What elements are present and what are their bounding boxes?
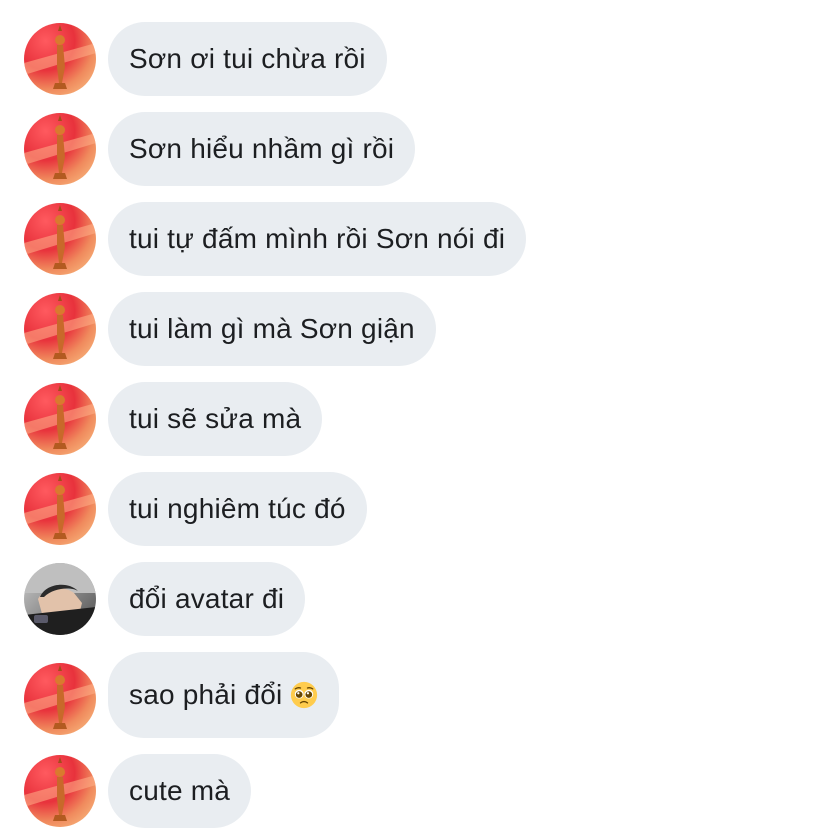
- contact-avatar[interactable]: [24, 663, 96, 735]
- red-figure-avatar-icon: [24, 293, 96, 365]
- message-text: đổi avatar đi: [129, 583, 285, 614]
- message-bubble[interactable]: Sơn ơi tui chừa rồi: [108, 22, 387, 96]
- contact-avatar[interactable]: [24, 113, 96, 185]
- red-figure-avatar-icon: [24, 663, 96, 735]
- message-bubble[interactable]: Sơn hiểu nhầm gì rồi: [108, 112, 416, 186]
- message-text: sao phải đổi: [129, 679, 283, 710]
- message-bubble[interactable]: tui tự đấm mình rồi Sơn nói đi: [108, 202, 527, 276]
- message-row: tui nghiêm túc đó: [0, 472, 828, 546]
- pleading-face-emoji-icon: [291, 681, 318, 709]
- message-text: tui làm gì mà Sơn giận: [129, 313, 415, 344]
- contact-avatar[interactable]: [24, 203, 96, 275]
- contact-avatar[interactable]: [24, 473, 96, 545]
- red-figure-avatar-icon: [24, 755, 96, 827]
- man-photo-avatar-icon: [24, 563, 96, 635]
- contact-avatar[interactable]: [24, 383, 96, 455]
- message-text: tui nghiêm túc đó: [129, 493, 346, 524]
- message-bubble[interactable]: đổi avatar đi: [108, 562, 306, 636]
- red-figure-avatar-icon: [24, 23, 96, 95]
- message-row: sao phải đổi: [0, 652, 828, 738]
- message-text: tui sẽ sửa mà: [129, 403, 302, 434]
- message-row: Sơn ơi tui chừa rồi: [0, 22, 828, 96]
- message-bubble[interactable]: tui làm gì mà Sơn giận: [108, 292, 436, 366]
- message-row: tui làm gì mà Sơn giận: [0, 292, 828, 366]
- message-text: Sơn hiểu nhầm gì rồi: [129, 133, 395, 164]
- message-text: cute mà: [129, 775, 230, 806]
- message-bubble[interactable]: tui sẽ sửa mà: [108, 382, 323, 456]
- red-figure-avatar-icon: [24, 473, 96, 545]
- message-text: tui tự đấm mình rồi Sơn nói đi: [129, 223, 506, 254]
- message-row: tui sẽ sửa mà: [0, 382, 828, 456]
- message-row: cute mà: [0, 754, 828, 828]
- red-figure-avatar-icon: [24, 383, 96, 455]
- contact-avatar[interactable]: [24, 755, 96, 827]
- message-row: Sơn hiểu nhầm gì rồi: [0, 112, 828, 186]
- other-avatar[interactable]: [24, 563, 96, 635]
- red-figure-avatar-icon: [24, 113, 96, 185]
- message-bubble[interactable]: sao phải đổi: [108, 652, 340, 738]
- contact-avatar[interactable]: [24, 23, 96, 95]
- message-bubble[interactable]: tui nghiêm túc đó: [108, 472, 367, 546]
- message-text: Sơn ơi tui chừa rồi: [129, 43, 366, 74]
- message-row: tui tự đấm mình rồi Sơn nói đi: [0, 202, 828, 276]
- message-row: đổi avatar đi: [0, 562, 828, 636]
- contact-avatar[interactable]: [24, 293, 96, 365]
- red-figure-avatar-icon: [24, 203, 96, 275]
- message-bubble[interactable]: cute mà: [108, 754, 251, 828]
